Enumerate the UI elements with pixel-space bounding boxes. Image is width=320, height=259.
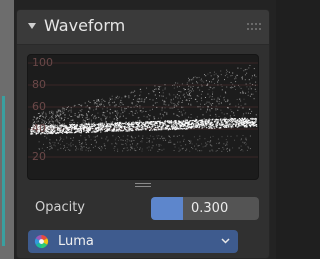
triangle-down-icon[interactable]	[27, 21, 37, 31]
region-edge-highlight	[2, 96, 5, 246]
waveform-scope[interactable]: 100 80 60 40 20	[27, 54, 259, 180]
scope-resize-handle[interactable]	[135, 183, 151, 189]
color-wheel-icon	[34, 234, 49, 249]
drag-handle-icon[interactable]	[247, 23, 261, 31]
opacity-slider-fill	[151, 197, 184, 220]
opacity-value: 0.300	[191, 201, 229, 216]
scale-label-40: 40	[32, 122, 46, 135]
opacity-label: Opacity	[35, 200, 86, 215]
panel-header[interactable]: Waveform	[17, 10, 269, 45]
mode-dropdown[interactable]: Luma	[28, 230, 238, 253]
scale-label-80: 80	[32, 78, 46, 91]
region-edge	[0, 0, 14, 259]
opacity-slider[interactable]: 0.300	[151, 197, 259, 220]
mode-label: Luma	[58, 234, 94, 249]
scale-label-20: 20	[32, 150, 46, 163]
scope-region: Waveform 100 80 60 40 20 Opacity 0.300 L…	[0, 0, 276, 259]
scale-label-60: 60	[32, 100, 46, 113]
chevron-down-icon	[221, 238, 230, 244]
waveform-panel: Waveform 100 80 60 40 20 Opacity 0.300 L…	[16, 9, 270, 259]
panel-title: Waveform	[44, 16, 126, 35]
scale-label-100: 100	[32, 56, 53, 69]
